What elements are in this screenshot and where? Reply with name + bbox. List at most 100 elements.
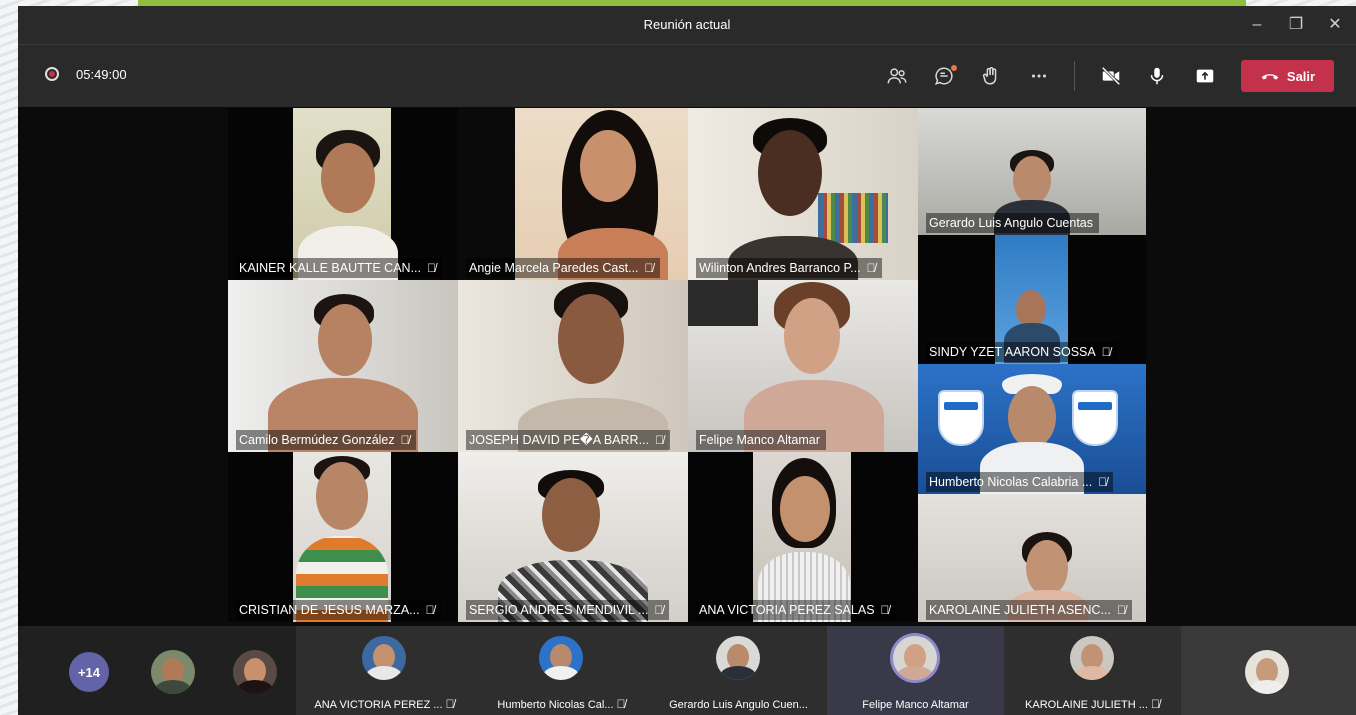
participant-name: SERGIO ANDRES MENDIVIL ... 🎙̸	[466, 600, 670, 620]
participant-face	[558, 294, 624, 384]
roster-participant[interactable]: KAROLAINE JULIETH ... 🎙̸	[1004, 626, 1181, 715]
window-title: Reunión actual	[643, 17, 731, 32]
participant-name: Wilinton Andres Barranco P... 🎙̸	[696, 258, 882, 278]
microphone-button[interactable]	[1140, 61, 1174, 91]
mic-off-icon: 🎙̸	[445, 697, 455, 711]
video-tile[interactable]: Felipe Manco Altamar	[688, 280, 918, 452]
participant-avatar	[1070, 636, 1114, 680]
video-tile[interactable]: Humberto Nicolas Calabria ... 🎙̸	[918, 364, 1146, 494]
share-screen-icon	[1196, 69, 1214, 83]
participant-avatar[interactable]	[233, 650, 277, 694]
recording-icon	[45, 67, 59, 81]
participant-name: KAINER KALLE BAUTTE CAN... 🎙̸	[236, 258, 442, 278]
participant-face	[1026, 540, 1068, 596]
roster-name: Felipe Manco Altamar	[862, 699, 969, 711]
meeting-controls-bar: 05:49:00 Salir	[18, 44, 1356, 107]
microphone-icon	[1150, 67, 1164, 85]
participant-avatar	[716, 636, 760, 680]
leave-button[interactable]: Salir	[1241, 60, 1334, 92]
roster-participant[interactable]: ANA VICTORIA PEREZ ... 🎙̸	[296, 626, 473, 715]
maximize-button[interactable]: ❐	[1283, 13, 1309, 37]
video-tile[interactable]: Gerardo Luis Angulo Cuentas	[918, 108, 1146, 235]
video-tile[interactable]: SERGIO ANDRES MENDIVIL ... 🎙̸	[458, 452, 688, 622]
participant-face	[1008, 386, 1056, 448]
participant-name: Gerardo Luis Angulo Cuentas	[926, 213, 1099, 233]
participants-icon	[887, 68, 907, 84]
roster-name: Gerardo Luis Angulo Cuen...	[669, 699, 808, 711]
participant-avatar[interactable]	[151, 650, 195, 694]
minimize-button[interactable]: –	[1244, 13, 1270, 37]
toolbar-divider	[1074, 61, 1075, 91]
video-tile[interactable]: KAROLAINE JULIETH ASENC... 🎙̸	[918, 494, 1146, 622]
roster-participant[interactable]: Humberto Nicolas Cal... 🎙̸	[473, 626, 650, 715]
video-tile[interactable]: JOSEPH DAVID PE�A BARR... 🎙̸	[458, 280, 688, 452]
video-tile[interactable]: Camilo Bermúdez González 🎙̸	[228, 280, 458, 452]
participant-face	[318, 304, 372, 376]
certification-badge	[938, 390, 984, 446]
participant-name: KAROLAINE JULIETH ASENC... 🎙̸	[926, 600, 1132, 620]
participant-face	[758, 130, 822, 216]
video-tile[interactable]: CRISTIAN DE JESUS MARZA... 🎙̸	[228, 452, 458, 622]
roster-participant-selected[interactable]: Felipe Manco Altamar	[827, 626, 1004, 715]
roster-participant[interactable]: Gerardo Luis Angulo Cuen...	[650, 626, 827, 715]
hang-up-icon	[1261, 74, 1279, 80]
participant-name: Humberto Nicolas Calabria ... 🎙̸	[926, 472, 1114, 492]
participant-roster-bar: +14 ANA VICTORIA PEREZ ... 🎙̸ Humberto N…	[18, 626, 1356, 715]
tv-screen	[688, 280, 758, 326]
leave-label: Salir	[1286, 68, 1316, 84]
participant-avatar	[539, 636, 583, 680]
mic-off-icon: 🎙̸	[425, 603, 435, 617]
participant-name: JOSEPH DAVID PE�A BARR... 🎙̸	[466, 430, 670, 450]
mic-off-icon: 🎙̸	[880, 603, 890, 617]
participant-name: SINDY YZET AARON SOSSA 🎙̸	[926, 342, 1117, 362]
camera-off-icon	[1101, 66, 1121, 86]
reactions-icon	[982, 67, 997, 85]
teams-meeting-window: Reunión actual – ❐ ✕ 05:49:00 Salir KAIN…	[18, 6, 1356, 715]
participant-face	[1013, 156, 1051, 204]
participants-button[interactable]	[880, 61, 914, 91]
more-actions-button[interactable]	[1022, 61, 1056, 91]
meeting-timer: 05:49:00	[76, 67, 127, 82]
more-actions-icon	[1031, 74, 1047, 78]
participant-name: Camilo Bermúdez González 🎙̸	[236, 430, 416, 450]
participant-face	[542, 478, 600, 552]
participant-name: CRISTIAN DE JESUS MARZA... 🎙̸	[236, 600, 441, 620]
mic-off-icon: 🎙̸	[866, 261, 876, 275]
video-tile[interactable]: SINDY YZET AARON SOSSA 🎙̸	[918, 235, 1146, 364]
video-tile[interactable]: Angie Marcela Paredes Cast... 🎙̸	[458, 108, 688, 280]
participant-avatar	[1245, 650, 1289, 694]
mic-off-icon: 🎙̸	[644, 261, 654, 275]
mic-off-icon: 🎙̸	[616, 697, 626, 711]
mic-off-icon: 🎙̸	[427, 261, 436, 275]
title-bar: Reunión actual – ❐ ✕	[18, 6, 1356, 44]
more-participants-button[interactable]: +14	[69, 652, 109, 692]
roster-participant[interactable]	[1181, 626, 1356, 715]
video-tile[interactable]: KAINER KALLE BAUTTE CAN... 🎙̸	[228, 108, 458, 280]
reactions-button[interactable]	[974, 61, 1008, 91]
participant-avatar	[893, 636, 937, 680]
participant-face	[316, 462, 368, 530]
mic-off-icon: 🎙̸	[1117, 603, 1126, 617]
mic-off-icon: 🎙̸	[1150, 697, 1160, 711]
participant-name: Felipe Manco Altamar	[696, 430, 826, 450]
camera-toggle-button[interactable]	[1094, 61, 1128, 91]
roster-name: ANA VICTORIA PEREZ ... 🎙̸	[314, 697, 455, 711]
participant-face	[580, 130, 636, 202]
participant-face	[780, 476, 830, 542]
participant-name: Angie Marcela Paredes Cast... 🎙̸	[466, 258, 660, 278]
participant-face	[784, 298, 840, 374]
certification-badge	[1072, 390, 1118, 446]
mic-off-icon: 🎙̸	[655, 433, 664, 447]
participant-name: ANA VICTORIA PEREZ SALAS 🎙̸	[696, 600, 896, 620]
video-tile[interactable]: ANA VICTORIA PEREZ SALAS 🎙̸	[688, 452, 918, 622]
roster-name: KAROLAINE JULIETH ... 🎙̸	[1025, 697, 1160, 711]
mic-off-icon: 🎙̸	[1101, 345, 1111, 359]
participant-face	[321, 143, 375, 213]
video-tile[interactable]: Wilinton Andres Barranco P... 🎙̸	[688, 108, 918, 280]
close-button[interactable]: ✕	[1322, 13, 1348, 37]
chat-button[interactable]	[927, 61, 961, 91]
roster-name: Humberto Nicolas Cal... 🎙̸	[497, 697, 626, 711]
participant-avatar	[362, 636, 406, 680]
share-screen-button[interactable]	[1188, 61, 1222, 91]
mic-off-icon: 🎙̸	[1098, 475, 1108, 489]
